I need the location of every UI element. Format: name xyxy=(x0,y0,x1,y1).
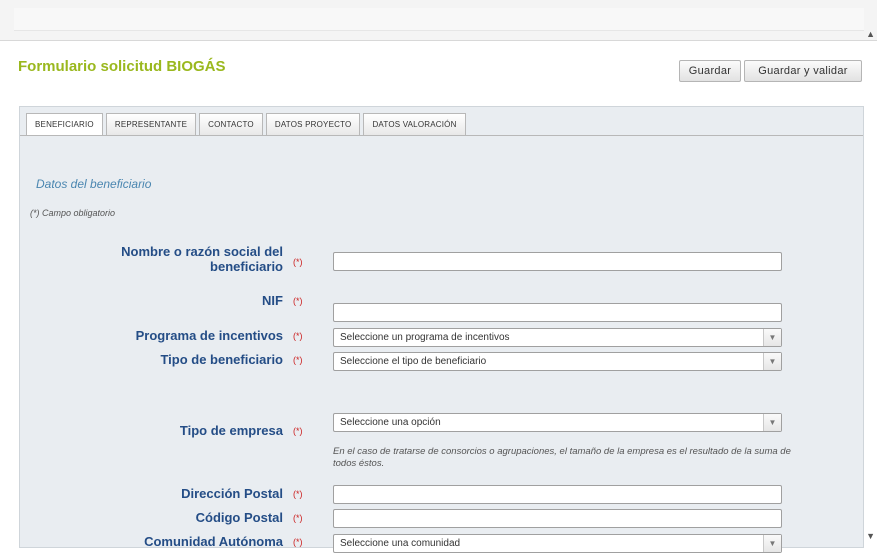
codigo-postal-required-marker: (*) xyxy=(293,513,303,523)
nombre-label-line1: Nombre o razón social del xyxy=(121,244,283,259)
tab-divider xyxy=(20,135,863,136)
nif-input[interactable] xyxy=(333,303,782,322)
tipo-empresa-select[interactable]: Seleccione una opción ▼ xyxy=(333,413,782,432)
programa-label: Programa de incentivos xyxy=(135,328,283,343)
direccion-label: Dirección Postal xyxy=(181,486,283,501)
tipo-beneficiario-required-marker: (*) xyxy=(293,355,303,365)
toolbar-strip xyxy=(14,8,864,31)
tipo-empresa-label: Tipo de empresa xyxy=(179,423,283,438)
nombre-label: Nombre o razón social del beneficiario xyxy=(80,244,283,274)
scroll-down-icon[interactable]: ▼ xyxy=(866,532,875,541)
save-validate-button[interactable]: Guardar y validar xyxy=(744,60,862,82)
required-note: (*) Campo obligatorio xyxy=(30,208,116,218)
programa-select-value: Seleccione un programa de incentivos xyxy=(340,332,510,343)
programa-select[interactable]: Seleccione un programa de incentivos ▼ xyxy=(333,328,782,347)
tipo-beneficiario-select[interactable]: Seleccione el tipo de beneficiario ▼ xyxy=(333,352,782,371)
nombre-label-line2: beneficiario xyxy=(210,259,283,274)
direccion-required-marker: (*) xyxy=(293,489,303,499)
page-title: Formulario solicitud BIOGÁS xyxy=(18,58,226,75)
tab-bar: BENEFICIARIO REPRESENTANTE CONTACTO DATO… xyxy=(26,113,466,136)
tipo-beneficiario-select-value: Seleccione el tipo de beneficiario xyxy=(340,356,487,367)
nif-label: NIF xyxy=(262,293,283,308)
tipo-empresa-required-marker: (*) xyxy=(293,426,303,436)
save-button[interactable]: Guardar xyxy=(679,60,741,82)
programa-required-marker: (*) xyxy=(293,331,303,341)
codigo-postal-input[interactable] xyxy=(333,509,782,528)
tab-beneficiario[interactable]: BENEFICIARIO xyxy=(26,113,103,136)
tab-datos-proyecto[interactable]: DATOS PROYECTO xyxy=(265,113,361,135)
chevron-down-icon[interactable]: ▼ xyxy=(763,329,781,346)
chevron-down-icon[interactable]: ▼ xyxy=(763,353,781,370)
browser-toolbar xyxy=(0,0,877,41)
tab-contacto[interactable]: CONTACTO xyxy=(199,113,263,135)
codigo-postal-label: Código Postal xyxy=(195,510,283,525)
tipo-beneficiario-label: Tipo de beneficiario xyxy=(160,352,283,367)
tipo-empresa-help-text: En el caso de tratarse de consorcios o a… xyxy=(333,446,791,469)
nombre-input[interactable] xyxy=(333,252,782,271)
section-title: Datos del beneficiario xyxy=(36,177,152,191)
tipo-empresa-select-value: Seleccione una opción xyxy=(340,417,441,428)
comunidad-required-marker: (*) xyxy=(293,537,303,547)
nif-required-marker: (*) xyxy=(293,296,303,306)
chevron-down-icon[interactable]: ▼ xyxy=(763,414,781,431)
direccion-input[interactable] xyxy=(333,485,782,504)
tab-datos-valoracion[interactable]: DATOS VALORACIÓN xyxy=(363,113,466,135)
nombre-required-marker: (*) xyxy=(293,257,303,267)
scroll-up-icon[interactable]: ▲ xyxy=(866,30,875,39)
form-panel: BENEFICIARIO REPRESENTANTE CONTACTO DATO… xyxy=(19,106,864,553)
comunidad-label: Comunidad Autónoma xyxy=(144,534,283,549)
tab-representante[interactable]: REPRESENTANTE xyxy=(105,113,197,135)
